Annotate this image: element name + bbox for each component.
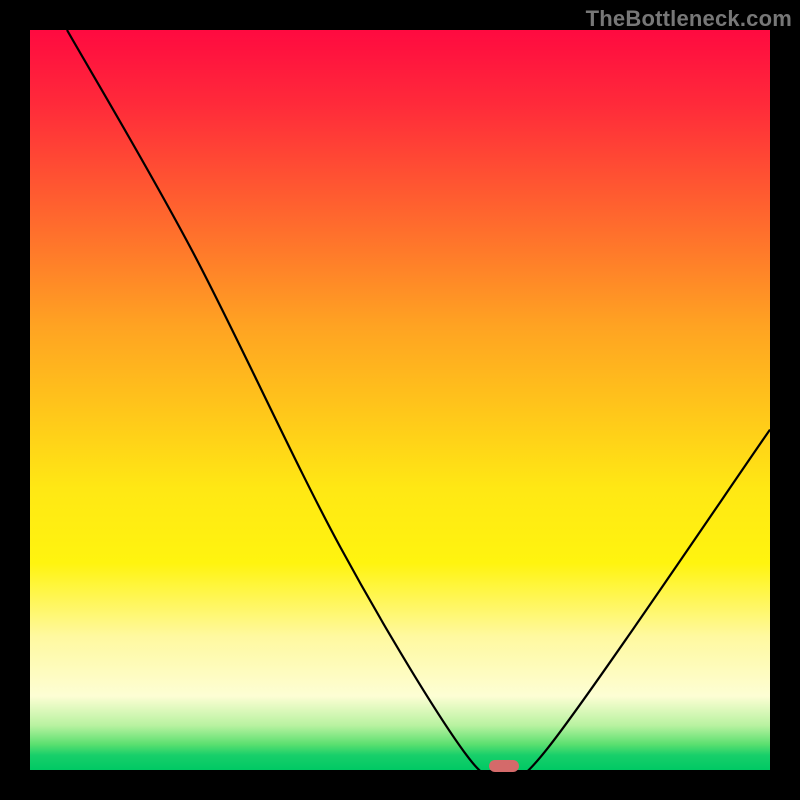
chart-frame: TheBottleneck.com (0, 0, 800, 800)
watermark-text: TheBottleneck.com (586, 6, 792, 32)
optimal-marker (489, 760, 519, 772)
plot-area (30, 30, 770, 770)
curve-path (67, 30, 770, 770)
bottleneck-curve (30, 30, 770, 770)
